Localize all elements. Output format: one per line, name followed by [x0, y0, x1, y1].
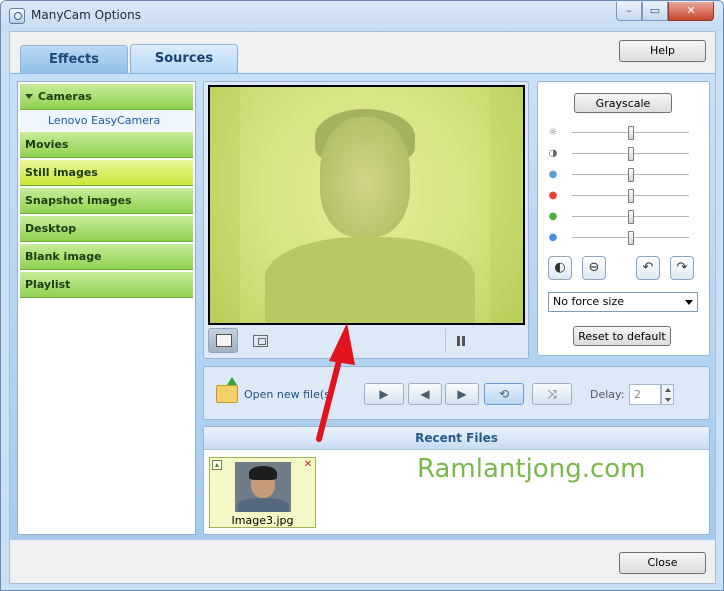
- expand-triangle-icon: [25, 94, 33, 99]
- preview-person-face: [320, 117, 410, 237]
- close-window-button[interactable]: ✕: [668, 2, 714, 21]
- playback-panel: Open new file(s) ▶ ◀ ▶ ⟲ ⤨ Delay: 2: [203, 366, 710, 420]
- arrow-left-icon: ◀: [420, 387, 430, 401]
- title-bar: ManyCam Options – ▭ ✕: [1, 1, 723, 31]
- rotate-left-button[interactable]: ↶: [636, 256, 660, 280]
- sidebar-item-still-images[interactable]: Still images: [20, 160, 193, 186]
- tab-effects[interactable]: Effects: [20, 45, 128, 74]
- maximize-button[interactable]: ▭: [642, 2, 668, 21]
- adjust-slider[interactable]: ☼: [548, 125, 703, 141]
- recent-files-panel: Recent Files ▴ ✕ Image3.jpg Ramlantjong.…: [203, 426, 710, 535]
- sources-panel: Cameras Lenovo EasyCamera Movies Still i…: [10, 73, 715, 540]
- pip-icon: [253, 335, 268, 347]
- single-view-icon: [216, 334, 232, 347]
- saturation-icon: ●: [548, 169, 558, 180]
- reset-to-default-button[interactable]: Reset to default: [573, 326, 671, 346]
- open-folder-icon[interactable]: [216, 377, 238, 403]
- previous-button[interactable]: ◀: [408, 383, 442, 405]
- contrast-icon: ◑: [548, 148, 558, 159]
- loop-icon: ⟲: [498, 387, 510, 401]
- shuffle-icon: ⤨: [547, 387, 557, 401]
- single-view-button[interactable]: [208, 328, 238, 353]
- adjust-slider[interactable]: ●: [548, 188, 703, 204]
- slider-thumb[interactable]: [627, 189, 634, 203]
- slider-thumb[interactable]: [627, 210, 634, 224]
- thumbnail-shirt: [237, 498, 289, 512]
- watermark-text: Ramlantjong.com: [417, 454, 646, 484]
- manycam-options-window: ManyCam Options – ▭ ✕ Effects Sources He…: [0, 0, 724, 591]
- shuffle-button[interactable]: ⤨: [532, 383, 572, 405]
- sidebar-item-desktop[interactable]: Desktop: [20, 216, 193, 242]
- file-thumbnail: [235, 462, 291, 512]
- pause-button[interactable]: [445, 328, 475, 353]
- spin-up-icon[interactable]: [665, 388, 671, 392]
- manycam-app-icon: [9, 8, 25, 24]
- slider-thumb[interactable]: [627, 126, 634, 140]
- rotate-right-icon: ↷: [676, 260, 688, 275]
- video-preview: [208, 85, 525, 325]
- pause-icon: [457, 336, 460, 346]
- flip-horizontal-icon: ◐: [554, 260, 566, 275]
- loop-button[interactable]: ⟲: [484, 383, 524, 405]
- sidebar-item-cameras[interactable]: Cameras: [20, 84, 193, 110]
- rotate-right-button[interactable]: ↷: [670, 256, 694, 280]
- sidebar-item-playlist[interactable]: Playlist: [20, 272, 193, 298]
- sidebar-item-lenovo-easycamera[interactable]: Lenovo EasyCamera: [20, 111, 193, 131]
- thumbnail-hair: [249, 466, 277, 480]
- flip-vertical-icon: ⊖: [588, 260, 600, 275]
- adjust-slider[interactable]: ●: [548, 209, 703, 225]
- sidebar-item-label: Cameras: [38, 90, 92, 103]
- sidebar-item-movies[interactable]: Movies: [20, 132, 193, 158]
- close-button[interactable]: Close: [619, 552, 706, 574]
- sidebar-item-snapshot-images[interactable]: Snapshot images: [20, 188, 193, 214]
- minimize-button[interactable]: –: [616, 2, 642, 21]
- help-button[interactable]: Help: [619, 40, 706, 62]
- tab-sources[interactable]: Sources: [130, 44, 238, 74]
- preview-image: [210, 87, 523, 323]
- rotate-left-icon: ↶: [642, 260, 654, 275]
- tab-strip: Effects Sources Help: [10, 32, 715, 74]
- picture-in-picture-button[interactable]: [244, 328, 274, 353]
- adjust-slider[interactable]: ◑: [548, 146, 703, 162]
- sidebar-item-blank-image[interactable]: Blank image: [20, 244, 193, 270]
- green-icon: ●: [548, 211, 558, 222]
- flip-horizontal-button[interactable]: ◐: [548, 256, 572, 280]
- source-list: Cameras Lenovo EasyCamera Movies Still i…: [17, 81, 196, 535]
- adjust-slider[interactable]: ●: [548, 230, 703, 246]
- dropdown-arrow-icon: [685, 300, 693, 305]
- flip-vertical-button[interactable]: ⊖: [582, 256, 606, 280]
- slider-thumb[interactable]: [627, 231, 634, 245]
- open-new-files-link[interactable]: Open new file(s): [244, 388, 334, 401]
- next-button[interactable]: ▶: [445, 383, 479, 405]
- recent-files-header: Recent Files: [204, 427, 709, 450]
- person-icon: ▴: [212, 460, 222, 470]
- grayscale-button[interactable]: Grayscale: [574, 93, 672, 113]
- force-size-dropdown[interactable]: No force size: [548, 292, 698, 312]
- preview-controls: [208, 328, 526, 355]
- client-area: Effects Sources Help Cameras Lenovo Easy…: [9, 31, 716, 584]
- slider-thumb[interactable]: [627, 168, 634, 182]
- preview-panel: [203, 81, 529, 359]
- recent-file-item[interactable]: ▴ ✕ Image3.jpg: [209, 457, 316, 528]
- window-title: ManyCam Options: [31, 8, 141, 22]
- blue-icon: ●: [548, 232, 558, 243]
- image-adjust-panel: Grayscale ☼ ◑ ● ● ● ● ◐ ⊖ ↶ ↷ No force size R…: [537, 81, 710, 356]
- delay-spinner[interactable]: [661, 384, 674, 405]
- file-name: Image3.jpg: [231, 514, 294, 527]
- play-button[interactable]: ▶: [364, 383, 404, 405]
- delay-label: Delay:: [590, 388, 625, 401]
- delay-input[interactable]: 2: [629, 384, 661, 405]
- preview-person-body: [265, 237, 475, 323]
- play-icon: ▶: [379, 387, 389, 401]
- remove-file-icon[interactable]: ✕: [303, 460, 313, 470]
- slider-thumb[interactable]: [627, 147, 634, 161]
- spin-down-icon[interactable]: [665, 398, 671, 402]
- arrow-right-icon: ▶: [457, 387, 467, 401]
- force-size-value: No force size: [553, 295, 624, 308]
- adjust-slider[interactable]: ●: [548, 167, 703, 183]
- red-icon: ●: [548, 190, 558, 201]
- brightness-icon: ☼: [548, 127, 558, 138]
